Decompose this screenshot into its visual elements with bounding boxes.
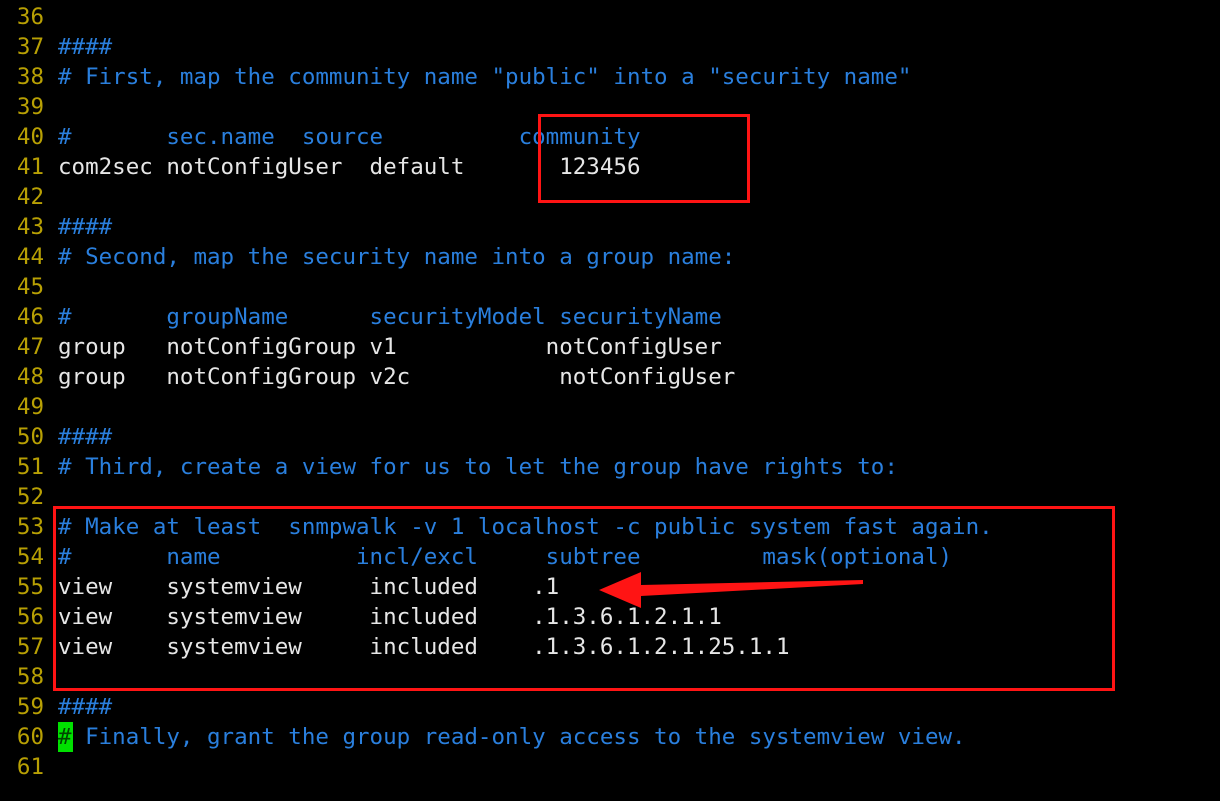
line-number: 51 (16, 454, 44, 480)
line-text: #### (58, 694, 113, 720)
line-number: 36 (16, 4, 44, 30)
line-text: # name incl/excl subtree mask(optional) (58, 544, 953, 570)
line-number: 37 (16, 34, 44, 60)
line-text: #### (58, 34, 113, 60)
code-line[interactable]: 42 (0, 182, 1220, 212)
line-number: 55 (16, 574, 44, 600)
code-line[interactable]: 38 # First, map the community name "publi… (0, 62, 1220, 92)
line-number: 44 (16, 244, 44, 270)
line-text: # Third, create a view for us to let the… (58, 454, 898, 480)
line-number: 56 (16, 604, 44, 630)
code-line[interactable]: 54 # name incl/excl subtree mask(optional… (0, 542, 1220, 572)
line-text: # groupName securityModel securityName (58, 304, 722, 330)
line-number: 47 (16, 334, 44, 360)
code-line[interactable]: 53 # Make at least snmpwalk -v 1 localhos… (0, 512, 1220, 542)
line-number: 52 (16, 484, 44, 510)
line-text: view systemview included .1.3.6.1.2.1.1 (58, 604, 722, 630)
code-line[interactable]: 55 view systemview included .1 (0, 572, 1220, 602)
line-text: com2sec notConfigUser default 123456 (58, 154, 641, 180)
code-line[interactable]: 59 #### (0, 692, 1220, 722)
code-line[interactable]: 46 # groupName securityModel securityName (0, 302, 1220, 332)
line-text: # Finally, grant the group read-only acc… (58, 724, 966, 750)
line-number: 48 (16, 364, 44, 390)
code-line[interactable]: 48 group notConfigGroup v2c notConfigUser (0, 362, 1220, 392)
line-number: 40 (16, 124, 44, 150)
code-editor-area[interactable]: 36 37 #### 38 # First, map the community nam… (0, 0, 1220, 801)
code-line[interactable]: 36 (0, 2, 1220, 32)
line-number: 38 (16, 64, 44, 90)
line-number: 49 (16, 394, 44, 420)
code-line[interactable]: 58 (0, 662, 1220, 692)
line-number: 59 (16, 694, 44, 720)
line-number: 61 (16, 754, 44, 780)
text-cursor: # (58, 722, 74, 752)
code-line[interactable]: 39 (0, 92, 1220, 122)
code-line[interactable]: 40 # sec.name source community (0, 122, 1220, 152)
line-text: view systemview included .1.3.6.1.2.1.25… (58, 634, 790, 660)
code-line[interactable]: 56 view systemview included .1.3.6.1.2.1.… (0, 602, 1220, 632)
line-text: # First, map the community name "public"… (58, 64, 912, 90)
line-text: # sec.name source community (58, 124, 641, 150)
code-line[interactable]: 50 #### (0, 422, 1220, 452)
code-line[interactable]: 60 # Finally, grant the group read-only a… (0, 722, 1220, 752)
line-text: #### (58, 214, 113, 240)
code-line[interactable]: 51 # Third, create a view for us to let t… (0, 452, 1220, 482)
line-text: #### (58, 424, 113, 450)
line-number: 60 (16, 724, 44, 750)
code-line[interactable]: 37 #### (0, 32, 1220, 62)
code-line[interactable]: 52 (0, 482, 1220, 512)
line-text: # Second, map the security name into a g… (58, 244, 736, 270)
code-line[interactable]: 49 (0, 392, 1220, 422)
line-number: 54 (16, 544, 44, 570)
line-number: 42 (16, 184, 44, 210)
code-line[interactable]: 47 group notConfigGroup v1 notConfigUser (0, 332, 1220, 362)
code-line[interactable]: 61 (0, 752, 1220, 782)
line-number: 39 (16, 94, 44, 120)
line-number: 53 (16, 514, 44, 540)
line-text: view systemview included .1 (58, 574, 560, 600)
line-number: 43 (16, 214, 44, 240)
line-number: 50 (16, 424, 44, 450)
line-text: group notConfigGroup v2c notConfigUser (58, 364, 736, 390)
line-text: group notConfigGroup v1 notConfigUser (58, 334, 722, 360)
code-line[interactable]: 45 (0, 272, 1220, 302)
line-number: 46 (16, 304, 44, 330)
terminal-screen: 36 37 #### 38 # First, map the community nam… (0, 0, 1220, 801)
line-text: # Make at least snmpwalk -v 1 localhost … (58, 514, 993, 540)
code-line[interactable]: 41 com2sec notConfigUser default 123456 (0, 152, 1220, 182)
code-line[interactable]: 44 # Second, map the security name into a… (0, 242, 1220, 272)
line-number: 57 (16, 634, 44, 660)
line-number: 58 (16, 664, 44, 690)
code-line[interactable]: 57 view systemview included .1.3.6.1.2.1.… (0, 632, 1220, 662)
line-number: 45 (16, 274, 44, 300)
line-number: 41 (16, 154, 44, 180)
code-line[interactable]: 43 #### (0, 212, 1220, 242)
